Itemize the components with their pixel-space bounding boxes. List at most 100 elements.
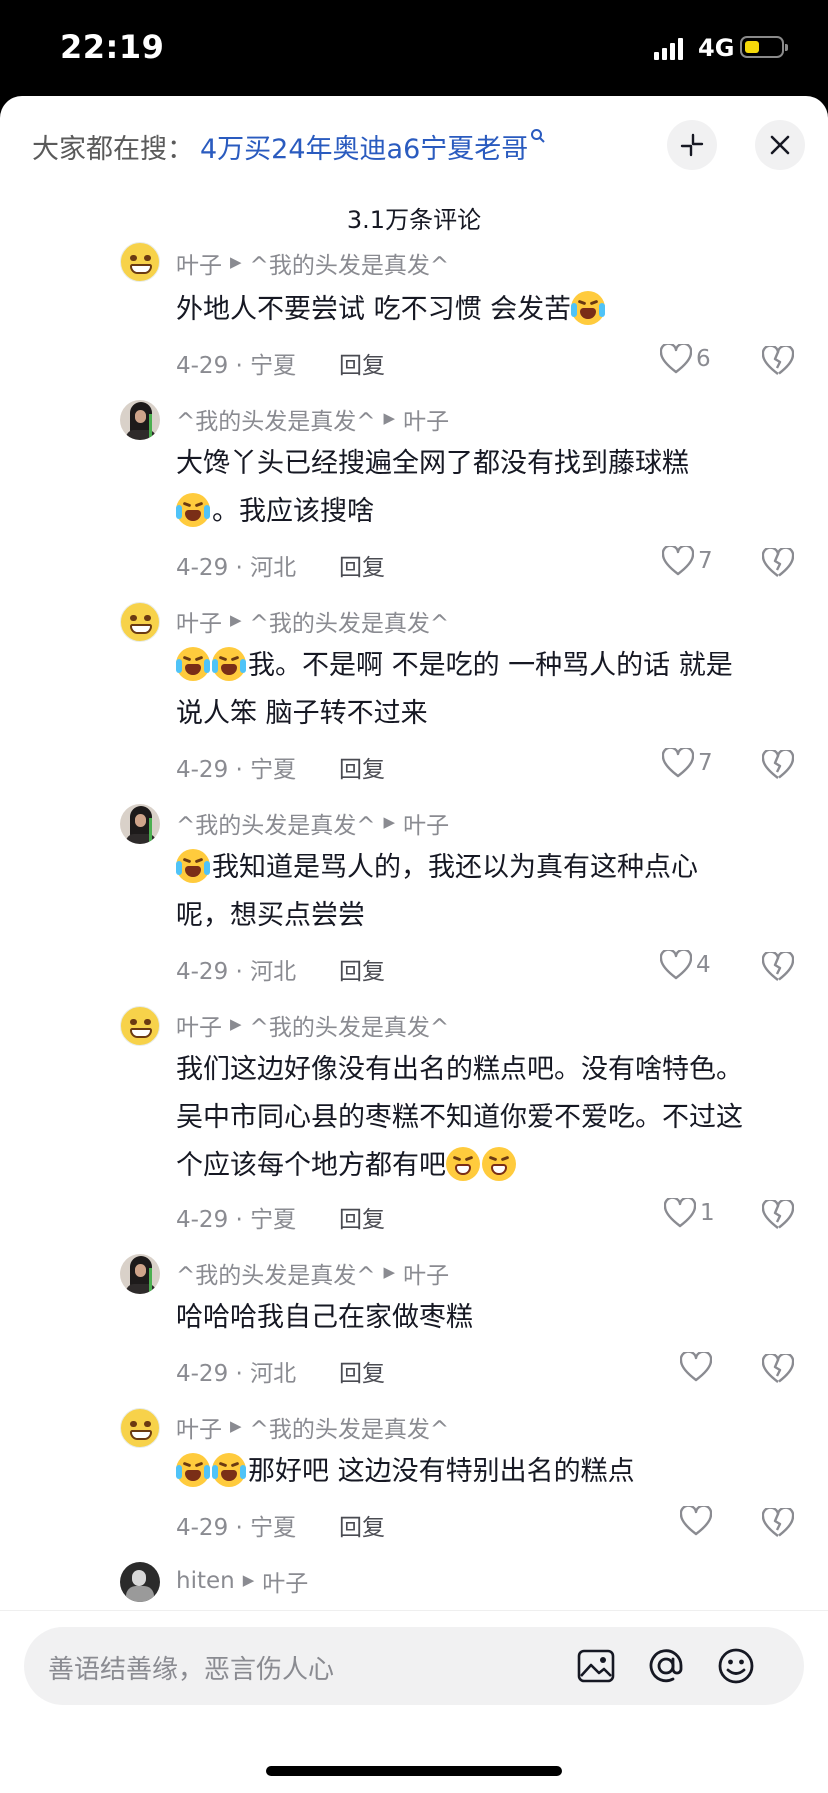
comment-footer: 4-29 · 宁夏 回复 6 [176, 342, 796, 380]
author-name[interactable]: ^我的头发是真发^ [176, 1256, 376, 1290]
comment-date: 4-29 · 宁夏 [176, 1207, 297, 1233]
collapse-icon [680, 133, 704, 157]
heart-icon [660, 344, 692, 374]
close-button[interactable] [755, 120, 805, 170]
emoji-button[interactable] [716, 1646, 756, 1686]
comment-text-span: 。我应该搜啥 [212, 496, 374, 527]
comment-meta: ^我的头发是真发^ ▶ 叶子 [176, 402, 449, 436]
heart-icon [662, 748, 694, 778]
avatar[interactable] [120, 1562, 160, 1602]
reply-button[interactable]: 回复 [339, 1354, 385, 1388]
avatar[interactable] [120, 602, 160, 642]
broken-heart-icon[interactable] [762, 952, 794, 982]
author-name[interactable]: 叶子 [176, 1008, 222, 1042]
mention-button[interactable] [646, 1646, 686, 1686]
reply-arrow-icon: ▶ [242, 1571, 255, 1589]
laugh-cry-emoji-icon [176, 1453, 210, 1487]
comment-meta: ^我的头发是真发^ ▶ 叶子 [176, 1256, 449, 1290]
reply-to-name[interactable]: 叶子 [403, 1256, 449, 1290]
search-prefix: 大家都在搜： [32, 133, 194, 165]
like-button[interactable]: 7 [662, 546, 713, 576]
comment-text-span: 外地人不要尝试 吃不习惯 会发苦 [176, 294, 572, 325]
crying-emoji-icon [176, 849, 210, 883]
reply-button[interactable]: 回复 [339, 346, 385, 380]
comment-input[interactable]: 善语结善缘，恶言伤人心 [24, 1627, 804, 1705]
author-name[interactable]: ^我的头发是真发^ [176, 402, 376, 436]
comment-footer: 4-29 · 宁夏 回复 [176, 1504, 796, 1542]
reply-arrow-icon: ▶ [230, 1417, 242, 1435]
collapse-button[interactable] [667, 120, 717, 170]
broken-heart-icon[interactable] [762, 346, 794, 376]
like-button[interactable] [680, 1506, 716, 1536]
search-suggestion[interactable]: 大家都在搜： 4万买24年奥迪a6宁夏老哥 [32, 126, 546, 166]
comment-text-line: 。我应该搜啥 [176, 488, 796, 536]
author-name[interactable]: ^我的头发是真发^ [176, 806, 376, 840]
reply-to-name[interactable]: ^我的头发是真发^ [250, 1410, 450, 1444]
reply-button[interactable]: 回复 [339, 952, 385, 986]
like-count: 7 [698, 750, 713, 776]
comment-text-line: 我。不是啊 不是吃的 一种骂人的话 就是 [176, 642, 796, 690]
emoji-icon [718, 1648, 754, 1684]
reply-arrow-icon: ▶ [230, 1015, 242, 1033]
like-button[interactable]: 1 [664, 1198, 715, 1228]
author-name[interactable]: hiten [176, 1568, 235, 1594]
broken-heart-icon[interactable] [762, 1508, 794, 1538]
reply-button[interactable]: 回复 [339, 1200, 385, 1234]
search-keyword-link[interactable]: 4万买24年奥迪a6宁夏老哥 [200, 127, 528, 166]
status-time: 22:19 [60, 28, 165, 66]
crying-emoji-icon [176, 493, 210, 527]
like-button[interactable]: 6 [660, 344, 711, 374]
comment-date: 4-29 · 宁夏 [176, 757, 297, 783]
author-name[interactable]: 叶子 [176, 1410, 222, 1444]
reply-button[interactable]: 回复 [339, 750, 385, 784]
reply-to-name[interactable]: 叶子 [403, 806, 449, 840]
signal-icon [654, 38, 686, 60]
laugh-cry-emoji-icon [212, 1453, 246, 1487]
reply-arrow-icon: ▶ [230, 611, 242, 629]
comment-meta: 叶子 ▶ ^我的头发是真发^ [176, 604, 449, 638]
avatar[interactable] [120, 804, 160, 844]
like-button[interactable] [680, 1352, 716, 1382]
comment-date: 4-29 · 宁夏 [176, 1515, 297, 1541]
comment-text: 我知道是骂人的，我还以为真有这种点心 呢，想买点尝尝 [176, 844, 796, 940]
comment-footer: 4-29 · 河北 回复 7 [176, 544, 796, 582]
comment-footer: 4-29 · 河北 回复 4 [176, 948, 796, 986]
comment-footer: 4-29 · 河北 回复 [176, 1350, 796, 1388]
reply-to-name[interactable]: ^我的头发是真发^ [250, 246, 450, 280]
comment-text-line: 吴中市同心县的枣糕不知道你爱不爱吃。不过这 [176, 1102, 743, 1133]
like-button[interactable]: 7 [662, 748, 713, 778]
comment-date: 4-29 · 河北 [176, 1361, 297, 1387]
comment-meta: hiten ▶ 叶子 [176, 1564, 308, 1598]
comment-text: 外地人不要尝试 吃不习惯 会发苦 [176, 286, 796, 334]
heart-icon [680, 1506, 712, 1536]
reply-to-name[interactable]: ^我的头发是真发^ [250, 1008, 450, 1042]
broken-heart-icon[interactable] [762, 750, 794, 780]
image-button[interactable] [576, 1646, 616, 1686]
reply-to-name[interactable]: 叶子 [403, 402, 449, 436]
broken-heart-icon[interactable] [762, 1354, 794, 1384]
avatar[interactable] [120, 1408, 160, 1448]
heart-icon [662, 546, 694, 576]
comment-meta: 叶子 ▶ ^我的头发是真发^ [176, 1410, 449, 1444]
avatar[interactable] [120, 242, 160, 282]
avatar[interactable] [120, 1006, 160, 1046]
reply-button[interactable]: 回复 [339, 1508, 385, 1542]
avatar[interactable] [120, 400, 160, 440]
comment-date: 4-29 · 河北 [176, 555, 297, 581]
broken-heart-icon[interactable] [762, 548, 794, 578]
author-name[interactable]: 叶子 [176, 604, 222, 638]
reply-to-name[interactable]: 叶子 [262, 1564, 308, 1598]
home-indicator[interactable] [266, 1766, 562, 1776]
author-name[interactable]: 叶子 [176, 246, 222, 280]
laugh-cry-emoji-icon [176, 647, 210, 681]
heart-icon [664, 1198, 696, 1228]
comment-count: 3.1万条评论 [346, 206, 482, 234]
image-icon [577, 1649, 615, 1683]
like-button[interactable]: 4 [660, 950, 711, 980]
heart-icon [660, 950, 692, 980]
reply-button[interactable]: 回复 [339, 548, 385, 582]
reply-to-name[interactable]: ^我的头发是真发^ [250, 604, 450, 638]
comment-text-line: 说人笨 脑子转不过来 [176, 698, 428, 729]
broken-heart-icon[interactable] [762, 1200, 794, 1230]
avatar[interactable] [120, 1254, 160, 1294]
